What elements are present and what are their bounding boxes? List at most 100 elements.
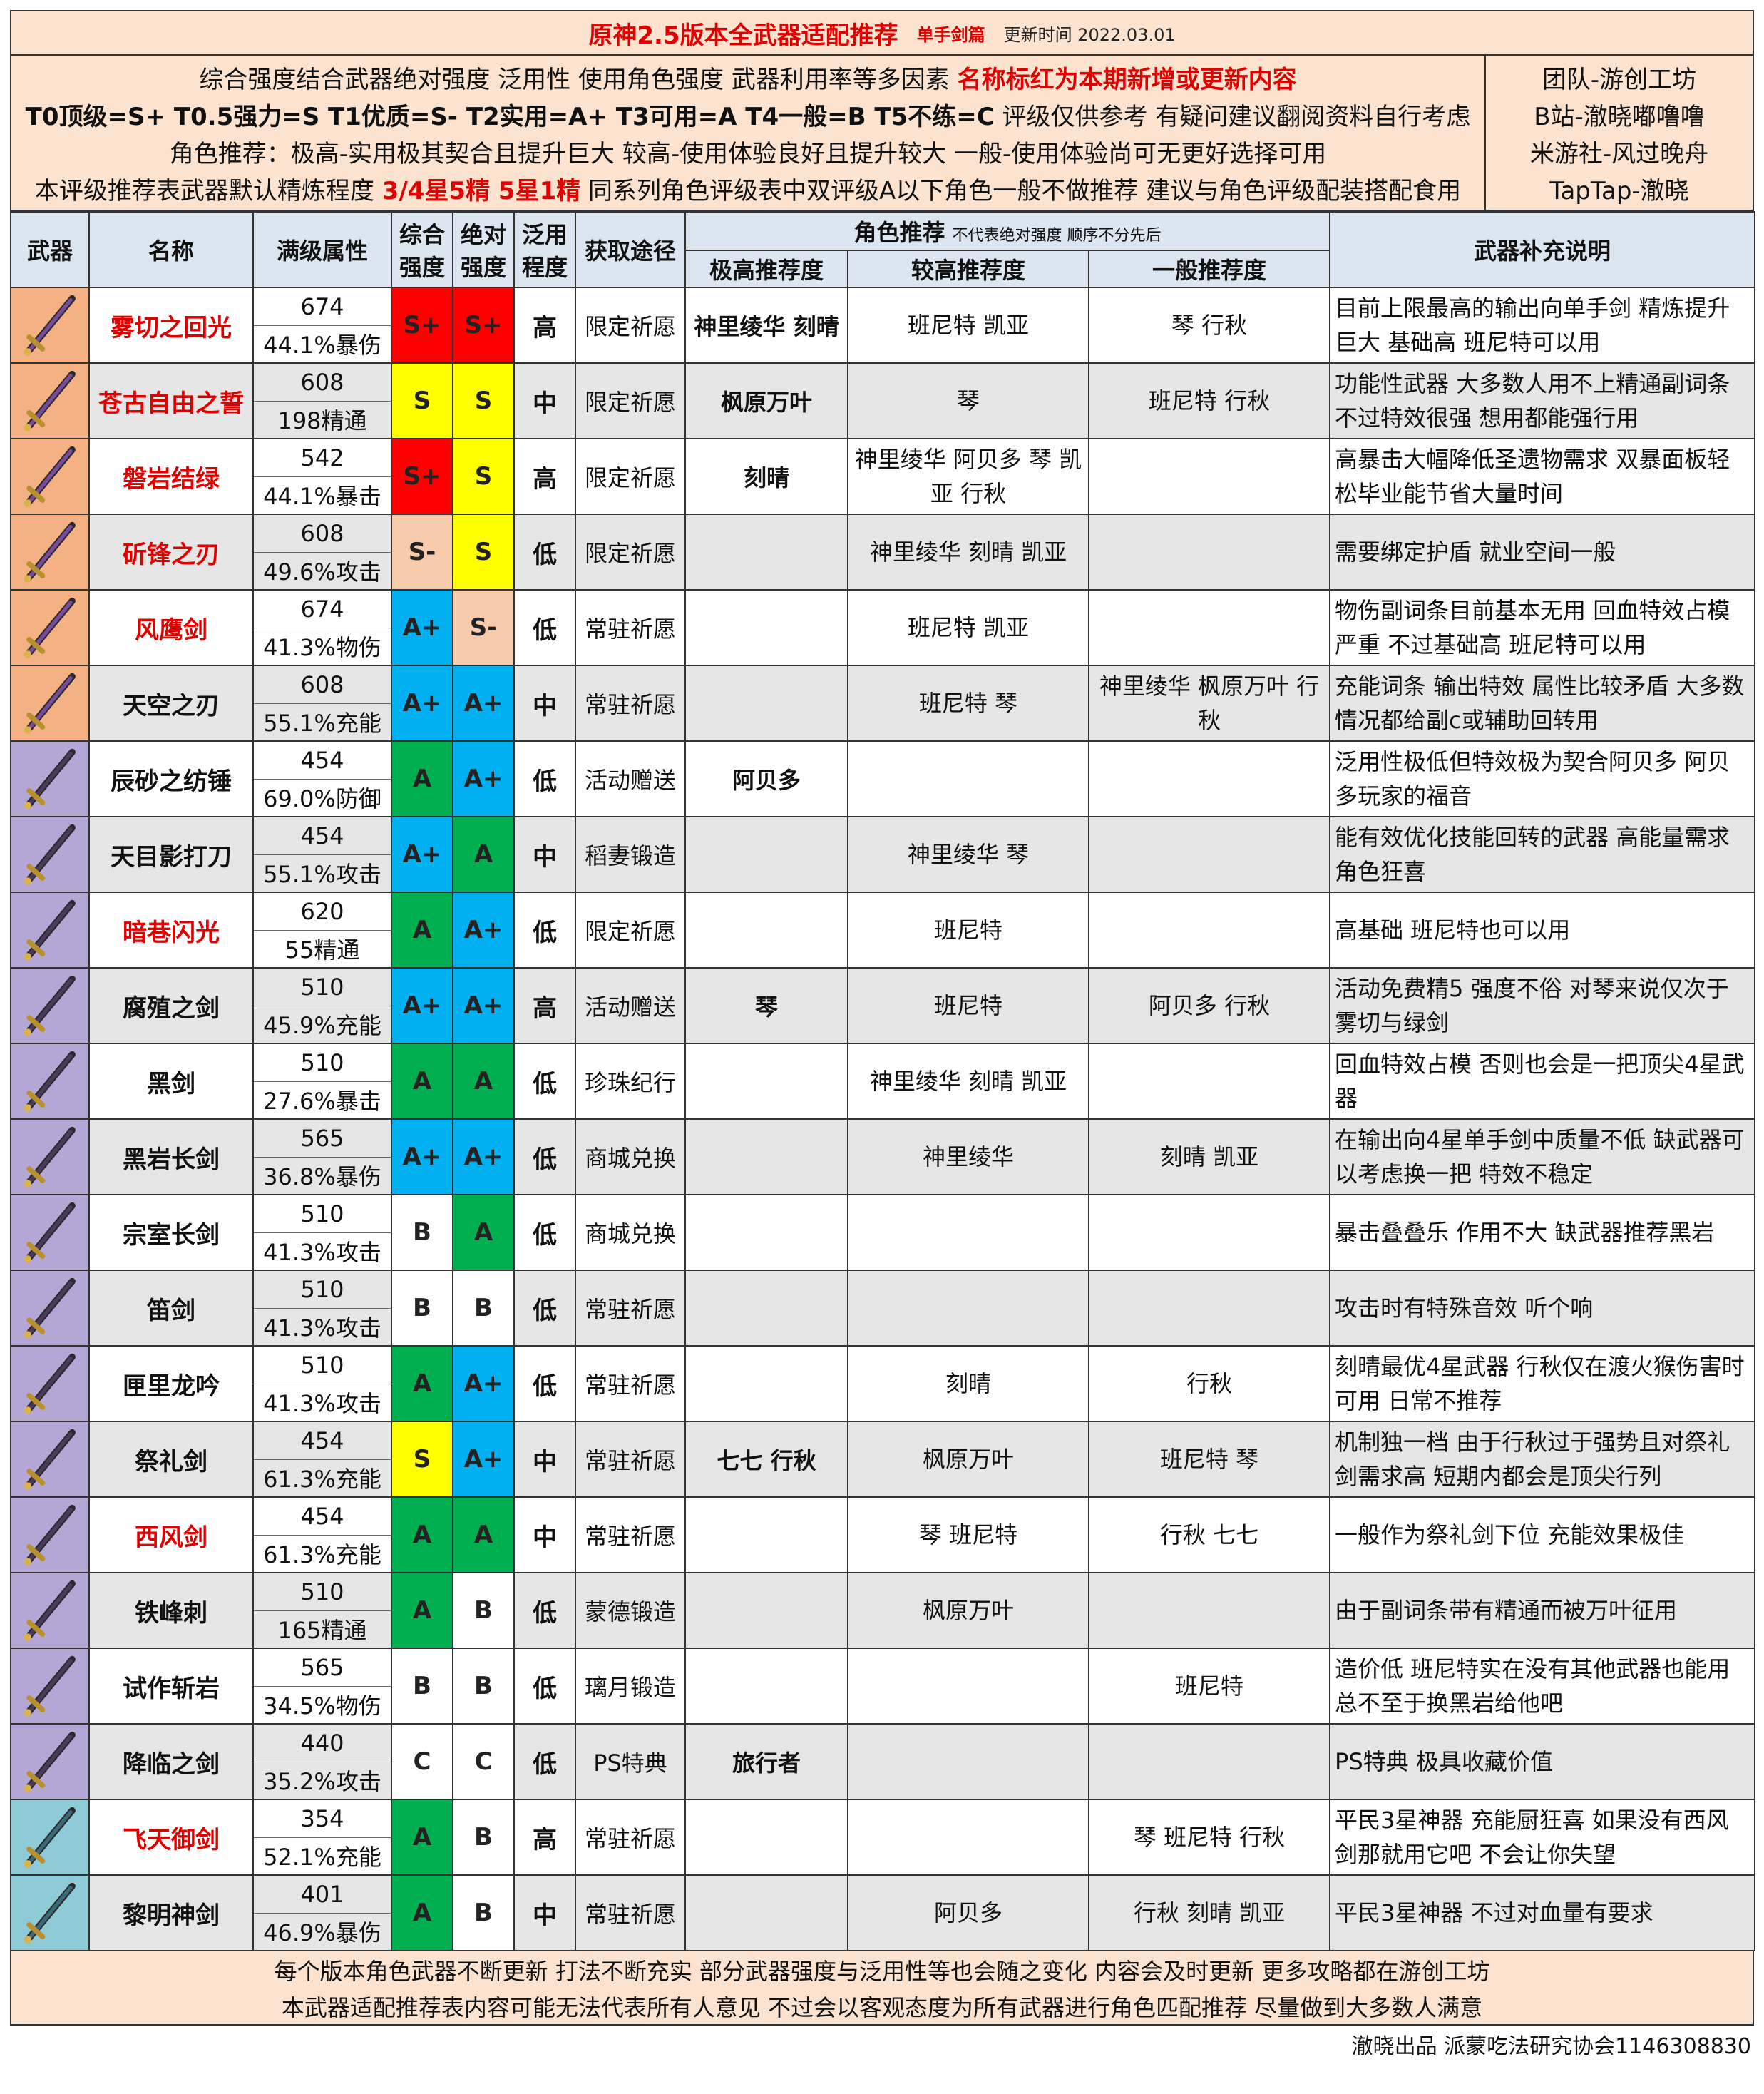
weapon-icon-cell [10, 1496, 90, 1573]
role-high [847, 1723, 1089, 1800]
weapon-name: 天目影打刀 [88, 816, 254, 893]
weapon-icon-cell [10, 1572, 90, 1649]
table-row: 祭礼剑 454 S A+ 中常驻祈愿 七七 行秋 枫原万叶 班尼特 琴机制独一档 由于行秋过于… [10, 1421, 1756, 1498]
header-high: 较高推荐度 [847, 250, 1089, 288]
sword-icon [24, 1807, 76, 1868]
table-row: 匣里龙吟 510 A A+ 低常驻祈愿 刻晴 行秋 刻晴最优4星武器 行秋仅在渡火猴伤害时可用… [10, 1345, 1756, 1422]
header-absolute: 绝对 强度 [452, 211, 515, 288]
role-high [847, 740, 1089, 817]
table-row: 辰砂之纺锤 454 A A+ 低活动赠送 阿贝多 泛用性极低但特效极为契合阿贝多 阿贝多玩家… [10, 740, 1756, 817]
role-high [847, 1194, 1089, 1271]
absolute-tier-badge: A+ [452, 1421, 515, 1498]
role-very-high [684, 1572, 848, 1649]
weapon-atk: 510 [252, 1194, 392, 1233]
absolute-tier-badge: B [452, 1270, 515, 1347]
header-general-2: 程度 [521, 254, 568, 281]
weapon-name: 风鹰剑 [88, 589, 254, 666]
absolute-tier-badge: A+ [452, 740, 515, 817]
weapon-substat: 61.3%充能 [252, 1534, 392, 1573]
footer: 每个版本角色武器不断更新 打法不断充实 部分武器强度与泛用性等也会随之变化 内容… [10, 1951, 1754, 2026]
role-normal: 班尼特 [1087, 1648, 1331, 1725]
general-level: 高 [513, 287, 576, 364]
weapon-source: 常驻祈愿 [575, 1799, 686, 1876]
weapon-substat: 44.1%暴击 [252, 476, 392, 515]
general-level: 低 [513, 1648, 576, 1725]
header-row-top: 武器 名称 满级属性 综合 强度 绝对 强度 泛用 程度 获取途径 角色推荐 不代表绝对… [10, 211, 1756, 288]
info-line-2: T0顶级=S+ T0.5强力=S T1优质=S- T2实用=A+ T3可用=A … [26, 97, 1471, 132]
weapon-atk: 542 [252, 438, 392, 477]
header-absolute-2: 强度 [460, 254, 506, 281]
absolute-tier-badge: S [452, 362, 515, 439]
weapon-substat: 49.6%攻击 [252, 551, 392, 591]
role-very-high [684, 1496, 848, 1573]
sword-icon [24, 1580, 76, 1641]
weapon-atk: 510 [252, 1345, 392, 1384]
weapon-substat: 41.3%攻击 [252, 1232, 392, 1271]
weapon-source: 常驻祈愿 [575, 1421, 686, 1498]
role-normal: 行秋 刻晴 凯亚 [1087, 1874, 1331, 1951]
overall-tier-badge: S+ [391, 287, 453, 364]
general-level: 中 [513, 665, 576, 742]
weapon-atk: 565 [252, 1648, 392, 1687]
table-row: 暗巷闪光 620 A A+ 低限定祈愿 班尼特 高基础 班尼特也可以用 [10, 892, 1756, 969]
info-line-1-text: 综合强度结合武器绝对强度 泛用性 使用角色强度 武器利用率等多因素 [199, 65, 958, 94]
update-date: 更新时间 2022.03.01 [1003, 24, 1176, 45]
role-high: 神里绫华 阿贝多 琴 凯亚 行秋 [847, 438, 1089, 515]
sword-icon [24, 446, 76, 507]
weapon-icon-cell [10, 362, 90, 439]
weapon-atk: 565 [252, 1118, 392, 1158]
weapon-source: PS特典 [575, 1723, 686, 1800]
header-roles-note: 不代表绝对强度 顺序不分先后 [952, 227, 1162, 245]
weapon-name: 祭礼剑 [88, 1421, 254, 1498]
weapon-substat: 55.1%攻击 [252, 854, 392, 893]
weapon-source: 限定祈愿 [575, 514, 686, 591]
weapon-icon-cell [10, 1421, 90, 1498]
absolute-tier-badge: B [452, 1572, 515, 1649]
weapon-name: 苍古自由之誓 [88, 362, 254, 439]
general-level: 低 [513, 1118, 576, 1195]
role-normal: 神里绫华 枫原万叶 行秋 [1087, 665, 1331, 742]
role-very-high [684, 1043, 848, 1120]
weapon-note: 机制独一档 由于行秋过于强势且对祭礼剑需求高 短期内都会是顶尖行列 [1329, 1421, 1756, 1498]
weapon-substat: 36.8%暴伤 [252, 1156, 392, 1195]
general-level: 中 [513, 362, 576, 439]
sword-icon [24, 1353, 76, 1414]
weapon-source: 蒙德锻造 [575, 1572, 686, 1649]
weapon-icon-cell [10, 816, 90, 893]
role-very-high: 旅行者 [684, 1723, 848, 1800]
table-row: 苍古自由之誓 608 S S 中限定祈愿 枫原万叶琴班尼特 行秋 功能性武器 大多数人用不上… [10, 362, 1756, 439]
role-normal: 琴 行秋 [1087, 287, 1331, 364]
table-row: 雾切之回光 674 S+ S+ 高限定祈愿 神里绫华 刻晴 班尼特 凯亚琴 行秋 目前上限最高… [10, 287, 1756, 364]
weapon-note: 一般作为祭礼剑下位 充能效果极佳 [1329, 1496, 1756, 1573]
weapon-note: 回血特效占模 否则也会是一把顶尖4星武器 [1329, 1043, 1756, 1120]
role-normal: 阿贝多 行秋 [1087, 967, 1331, 1044]
weapon-note: 目前上限最高的输出向单手剑 精炼提升巨大 基础高 班尼特可以用 [1329, 287, 1756, 364]
info-line-4: 本评级推荐表武器默认精炼程度 3/4星5精 5星1精 同系列角色评级表中双评级A… [35, 171, 1461, 206]
overall-tier-badge: A+ [391, 1118, 453, 1195]
sword-icon [24, 1882, 76, 1944]
role-very-high [684, 1648, 848, 1725]
table-row: 西风剑 454 A A 中常驻祈愿琴 班尼特 行秋 七七 一般作为祭礼剑下位 充能效果极佳 [10, 1496, 1756, 1573]
weapon-source: 常驻祈愿 [575, 1345, 686, 1422]
weapon-icon-cell [10, 665, 90, 742]
weapon-name: 黑剑 [88, 1043, 254, 1120]
general-level: 高 [513, 438, 576, 515]
weapon-name: 试作斩岩 [88, 1648, 254, 1725]
weapon-substat: 61.3%充能 [252, 1459, 392, 1498]
info-text: 综合强度结合武器绝对强度 泛用性 使用角色强度 武器利用率等多因素 名称标红为本… [11, 56, 1484, 210]
role-very-high [684, 589, 848, 666]
absolute-tier-badge: A+ [452, 967, 515, 1044]
weapon-source: 限定祈愿 [575, 892, 686, 969]
weapon-substat: 34.5%物伤 [252, 1685, 392, 1725]
weapon-note: 泛用性极低但特效极为契合阿贝多 阿贝多玩家的福音 [1329, 740, 1756, 817]
weapon-atk: 608 [252, 665, 392, 704]
weapon-name: 降临之剑 [88, 1723, 254, 1800]
page-title: 原神2.5版本全武器适配推荐 [588, 21, 898, 50]
absolute-tier-badge: S [452, 514, 515, 591]
role-very-high [684, 1874, 848, 1951]
absolute-tier-badge: A [452, 1043, 515, 1120]
overall-tier-badge: A [391, 1345, 453, 1422]
header-overall: 综合 强度 [391, 211, 453, 288]
role-high: 班尼特 凯亚 [847, 589, 1089, 666]
weapon-icon-cell [10, 967, 90, 1044]
